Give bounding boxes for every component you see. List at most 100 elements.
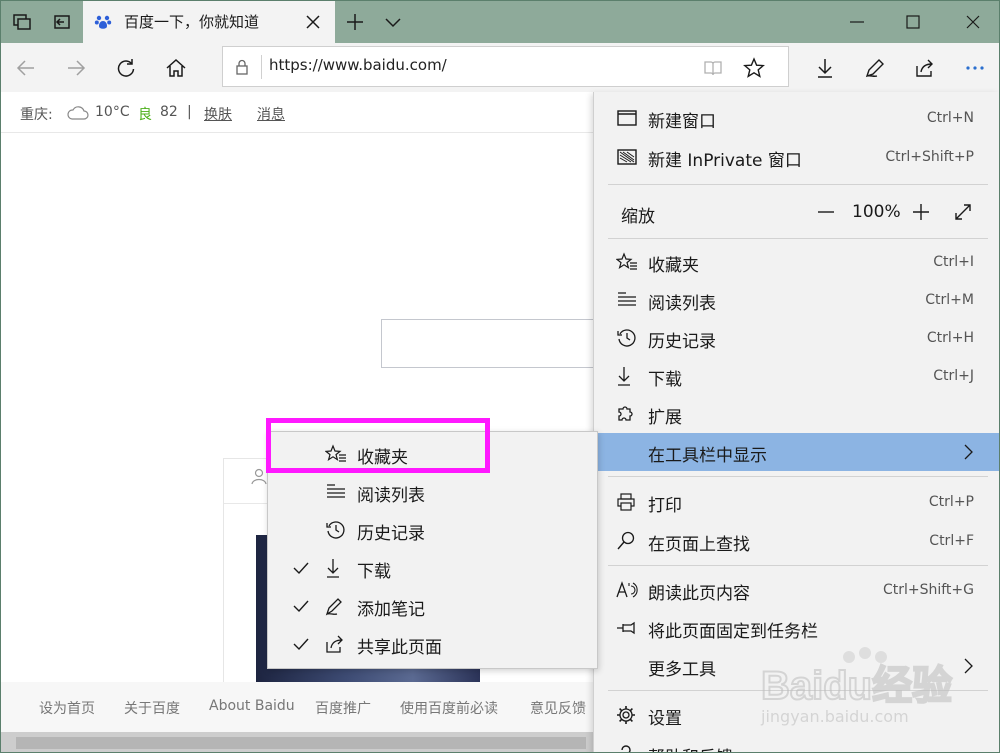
- scrollbar-thumb[interactable]: [16, 737, 586, 749]
- share-icon[interactable]: [912, 55, 938, 81]
- menu-label: 下载: [648, 370, 682, 390]
- refresh-icon[interactable]: [113, 55, 139, 81]
- submenu-item-downloads[interactable]: 下载: [268, 549, 599, 587]
- city-label: 重庆:: [20, 107, 53, 123]
- downloads-icon[interactable]: [812, 55, 838, 81]
- menu-shortcut: Ctrl+P: [928, 494, 974, 510]
- menu-downloads[interactable]: 下载 Ctrl+J: [594, 357, 999, 395]
- pin-icon: [616, 618, 638, 638]
- minimize-icon[interactable]: [844, 9, 870, 35]
- url-text[interactable]: https://www.baidu.com/: [269, 56, 447, 74]
- favorites-icon: [616, 252, 638, 272]
- help-icon: [616, 744, 638, 752]
- menu-read-aloud[interactable]: 朗读此页内容 Ctrl+Shift+G: [594, 571, 999, 609]
- share-icon: [325, 634, 347, 654]
- active-tab[interactable]: 百度一下，你就知道: [83, 1, 335, 43]
- menu-extensions[interactable]: 扩展: [594, 395, 999, 433]
- menu-shortcut: Ctrl+Shift+G: [882, 582, 974, 598]
- menu-reading-list[interactable]: 阅读列表 Ctrl+M: [594, 281, 999, 319]
- air-quality-label: 良: [138, 107, 152, 123]
- submenu-label: 添加笔记: [357, 600, 425, 620]
- submenu-item-reading-list[interactable]: 阅读列表: [268, 473, 599, 511]
- submenu-item-add-notes[interactable]: 添加笔记: [268, 587, 599, 625]
- menu-shortcut: Ctrl+F: [929, 533, 974, 549]
- footer-link-homepage[interactable]: 设为首页: [39, 698, 95, 718]
- download-icon: [325, 558, 347, 578]
- submenu-label: 阅读列表: [357, 486, 425, 506]
- settings-more-icon[interactable]: [962, 55, 988, 81]
- submenu-chevron-icon: [962, 443, 974, 461]
- zoom-in-icon[interactable]: [910, 201, 932, 223]
- reading-list-icon: [325, 482, 347, 502]
- lock-icon[interactable]: [233, 58, 251, 76]
- menu-label: 在工具栏中显示: [648, 446, 767, 466]
- address-bar[interactable]: https://www.baidu.com/: [222, 46, 789, 87]
- print-icon: [616, 492, 638, 512]
- menu-show-in-toolbar[interactable]: 在工具栏中显示: [594, 433, 999, 471]
- new-window-icon: [616, 108, 638, 128]
- horizontal-scrollbar[interactable]: [1, 732, 601, 752]
- menu-shortcut: Ctrl+J: [933, 368, 974, 384]
- menu-label: 打印: [648, 496, 682, 516]
- download-icon: [616, 366, 638, 386]
- close-tab-icon[interactable]: [303, 12, 323, 32]
- menu-shortcut: Ctrl+H: [926, 330, 974, 346]
- menu-print[interactable]: 打印 Ctrl+P: [594, 483, 999, 521]
- menu-new-window[interactable]: 新建窗口 Ctrl+N: [594, 99, 999, 137]
- menu-history[interactable]: 历史记录 Ctrl+H: [594, 319, 999, 357]
- annotation-highlight-box: [266, 418, 490, 473]
- back-icon[interactable]: [13, 55, 39, 81]
- tab-bar: 百度一下，你就知道: [1, 1, 999, 43]
- menu-label: 更多工具: [648, 660, 716, 680]
- menu-shortcut: Ctrl+I: [933, 254, 974, 270]
- footer-link-terms[interactable]: 使用百度前必读: [400, 698, 498, 718]
- menu-separator: [608, 565, 988, 566]
- menu-label: 收藏夹: [648, 256, 699, 276]
- add-notes-pen-icon[interactable]: [862, 55, 888, 81]
- footer-link-feedback[interactable]: 意见反馈: [530, 698, 586, 718]
- menu-label: 设置: [648, 709, 682, 729]
- messages-link[interactable]: 消息: [257, 104, 285, 124]
- footer-link-about-en[interactable]: About Baidu: [209, 698, 295, 714]
- reading-view-icon[interactable]: [703, 58, 723, 78]
- maximize-icon[interactable]: [900, 9, 926, 35]
- air-quality-value: 82: [160, 104, 178, 120]
- history-icon: [325, 520, 347, 540]
- gear-icon: [616, 705, 638, 725]
- checkmark-icon: [292, 597, 310, 615]
- tab-list-icon[interactable]: [10, 10, 34, 34]
- tab-title: 百度一下，你就知道: [124, 13, 260, 31]
- navigation-bar: https://www.baidu.com/: [1, 43, 999, 92]
- forward-icon[interactable]: [63, 55, 89, 81]
- menu-shortcut: Ctrl+M: [925, 292, 974, 308]
- footer-link-promotion[interactable]: 百度推广: [315, 698, 371, 718]
- zoom-out-icon[interactable]: [816, 202, 836, 222]
- close-window-icon[interactable]: [960, 9, 986, 35]
- submenu-item-share[interactable]: 共享此页面: [268, 625, 599, 663]
- search-input[interactable]: [381, 319, 621, 368]
- menu-label: 历史记录: [648, 332, 716, 352]
- footer-link-about[interactable]: 关于百度: [124, 698, 180, 718]
- menu-label: 新建 InPrivate 窗口: [648, 151, 802, 171]
- menu-shortcut: Ctrl+Shift+P: [885, 149, 974, 165]
- submenu-label: 历史记录: [357, 524, 425, 544]
- menu-separator: [608, 184, 988, 185]
- change-skin-link[interactable]: 换肤: [204, 104, 232, 124]
- tab-preview-chevron-icon[interactable]: [381, 10, 405, 34]
- watermark-brand: Baidu经验: [761, 664, 952, 707]
- new-tab-icon[interactable]: [343, 10, 367, 34]
- menu-new-inprivate-window[interactable]: 新建 InPrivate 窗口 Ctrl+Shift+P: [594, 138, 999, 176]
- add-favorite-star-icon[interactable]: [743, 57, 765, 79]
- menu-find-on-page[interactable]: 在页面上查找 Ctrl+F: [594, 522, 999, 560]
- home-icon[interactable]: [163, 55, 189, 81]
- fullscreen-icon[interactable]: [952, 201, 974, 223]
- checkmark-icon: [292, 635, 310, 653]
- menu-favorites[interactable]: 收藏夹 Ctrl+I: [594, 243, 999, 281]
- set-tabs-aside-icon[interactable]: [50, 10, 74, 34]
- history-icon: [616, 328, 638, 348]
- address-separator: [261, 55, 262, 79]
- menu-label: 阅读列表: [648, 294, 716, 314]
- menu-label: 新建窗口: [648, 112, 716, 132]
- submenu-item-history[interactable]: 历史记录: [268, 511, 599, 549]
- menu-label: 帮助和反馈: [648, 743, 733, 752]
